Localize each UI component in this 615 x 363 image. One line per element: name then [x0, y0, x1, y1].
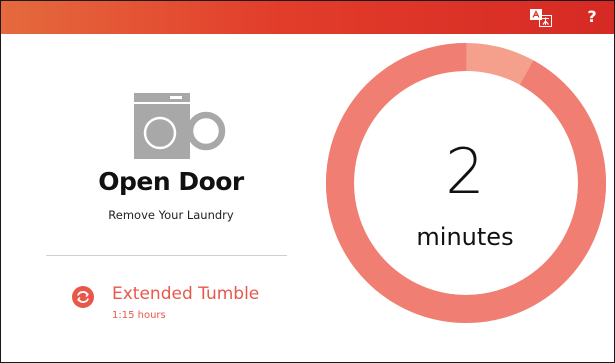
top-bar: ?: [1, 1, 614, 34]
translate-icon: [530, 9, 552, 27]
cycle-refresh-icon: [72, 286, 94, 308]
option-label: Extended Tumble: [112, 284, 260, 304]
status-subtitle: Remove Your Laundry: [108, 208, 234, 222]
appliance-screen: ? Open Door Remove Your Laundry Extended…: [0, 0, 615, 363]
washer-door-open-icon: [134, 93, 226, 159]
timer-unit: minutes: [416, 223, 514, 251]
option-duration: 1:15 hours: [112, 310, 166, 321]
extended-tumble-button[interactable]: Extended Tumble 1:15 hours: [72, 284, 292, 326]
timer-value: 2: [445, 135, 485, 208]
help-button[interactable]: ?: [584, 7, 600, 27]
language-button[interactable]: [530, 9, 552, 27]
divider: [46, 255, 287, 256]
status-title: Open Door: [98, 167, 244, 196]
